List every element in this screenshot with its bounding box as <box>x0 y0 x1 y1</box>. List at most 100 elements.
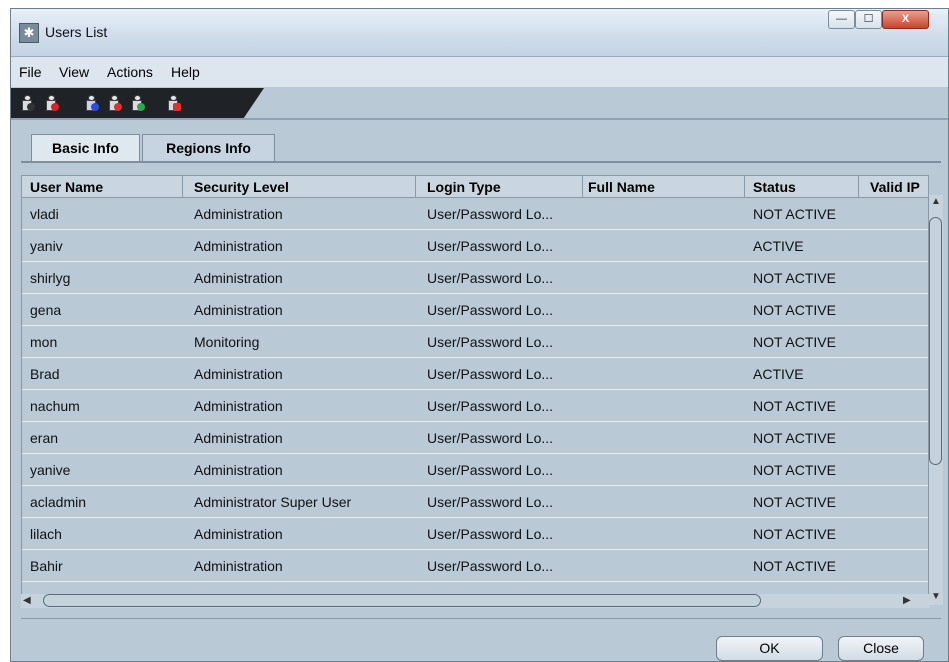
col-status[interactable]: Status <box>753 179 796 195</box>
minimize-button[interactable]: — <box>828 10 855 29</box>
cell-status: NOT ACTIVE <box>753 430 836 446</box>
lock-user-icon[interactable] <box>166 95 181 111</box>
cell-user-name: lilach <box>30 526 62 542</box>
cell-user-name: Bahir <box>30 558 63 574</box>
cell-security-level: Administration <box>194 238 283 254</box>
cell-login-type: User/Password Lo... <box>427 398 554 414</box>
title-bar[interactable]: ✱ Users List — ☐ X <box>11 9 948 57</box>
cell-security-level: Administration <box>194 462 283 478</box>
col-login-type[interactable]: Login Type <box>427 179 501 195</box>
table-row[interactable]: vladi Administration User/Password Lo... NO… <box>22 198 928 230</box>
users-list-window: ✱ Users List — ☐ X File View Actions Hel… <box>10 8 949 662</box>
cell-login-type: User/Password Lo... <box>427 494 554 510</box>
cell-user-name: vladi <box>30 206 59 222</box>
table-row[interactable]: acladmin Administrator Super User User/Pas… <box>22 486 928 518</box>
table-row[interactable]: gena Administration User/Password Lo... NOT… <box>22 294 928 326</box>
cell-user-name: eran <box>30 430 59 446</box>
column-separator[interactable] <box>858 176 859 197</box>
table-row[interactable]: nachum Administration User/Password Lo... N… <box>22 390 928 422</box>
column-separator[interactable] <box>582 176 583 197</box>
ok-button[interactable]: OK <box>716 636 823 661</box>
window-title: Users List <box>45 24 108 40</box>
cell-status: NOT ACTIVE <box>753 206 836 222</box>
cell-login-type: User/Password Lo... <box>427 430 554 446</box>
table-row[interactable]: Brad Administration User/Password Lo... ACT… <box>22 358 928 390</box>
col-valid-ip[interactable]: Valid IP <box>870 179 920 195</box>
table-row[interactable]: lilach Administration User/Password Lo... N… <box>22 518 928 550</box>
cell-security-level: Administration <box>194 206 283 222</box>
scroll-right-icon[interactable]: ▶ <box>903 595 911 606</box>
cell-status: NOT ACTIVE <box>753 526 836 542</box>
cell-user-name: nachum <box>30 398 80 414</box>
table-row[interactable]: yaniv Administration User/Password Lo... AC… <box>22 230 928 262</box>
maximize-button[interactable]: ☐ <box>855 10 882 29</box>
toolbar <box>11 88 264 118</box>
col-user-name[interactable]: User Name <box>30 179 103 195</box>
cell-user-name: yaniv <box>30 238 63 254</box>
table-row[interactable]: yanive Administration User/Password Lo... N… <box>22 454 928 486</box>
table-row[interactable]: mon Monitoring User/Password Lo... NOT ACTI… <box>22 326 928 358</box>
column-separator[interactable] <box>182 176 183 197</box>
cell-status: ACTIVE <box>753 238 804 254</box>
toolbar-divider <box>11 118 948 120</box>
add-user-icon[interactable] <box>20 95 35 111</box>
cell-user-name: mon <box>30 334 58 350</box>
cell-login-type: User/Password Lo... <box>427 334 554 350</box>
cell-status: NOT ACTIVE <box>753 270 836 286</box>
column-separator[interactable] <box>744 176 745 197</box>
tab-regions-info[interactable]: Regions Info <box>142 134 275 161</box>
cell-security-level: Administration <box>194 302 283 318</box>
dialog-button-bar: OK Close <box>21 618 941 661</box>
tab-divider <box>21 161 941 163</box>
cell-security-level: Administration <box>194 430 283 446</box>
column-separator[interactable] <box>415 176 416 197</box>
cell-login-type: User/Password Lo... <box>427 462 554 478</box>
cell-login-type: User/Password Lo... <box>427 238 554 254</box>
horizontal-scrollbar[interactable]: ◀ ▶ <box>21 594 929 608</box>
cell-status: ACTIVE <box>753 366 804 382</box>
cell-status: NOT ACTIVE <box>753 302 836 318</box>
col-full-name[interactable]: Full Name <box>588 179 655 195</box>
cell-status: NOT ACTIVE <box>753 462 836 478</box>
cell-status: NOT ACTIVE <box>753 494 836 510</box>
scroll-down-icon[interactable]: ▼ <box>931 591 941 602</box>
cell-user-name: gena <box>30 302 62 318</box>
menu-view[interactable]: View <box>59 64 89 80</box>
menu-bar: File View Actions Help <box>11 57 948 87</box>
app-gear-icon: ✱ <box>19 23 39 43</box>
copy-user-icon[interactable] <box>84 95 99 111</box>
menu-help[interactable]: Help <box>171 64 200 80</box>
cell-user-name: Brad <box>30 366 60 382</box>
cell-status: NOT ACTIVE <box>753 334 836 350</box>
cell-security-level: Monitoring <box>194 334 260 350</box>
cell-login-type: User/Password Lo... <box>427 302 554 318</box>
cell-login-type: User/Password Lo... <box>427 526 554 542</box>
cell-security-level: Administration <box>194 398 283 414</box>
table-row[interactable]: eran Administration User/Password Lo... NOT… <box>22 422 928 454</box>
menu-actions[interactable]: Actions <box>107 64 153 80</box>
refresh-user-icon[interactable] <box>130 95 145 111</box>
cell-login-type: User/Password Lo... <box>427 558 554 574</box>
cell-user-name: yanive <box>30 462 71 478</box>
disable-user-icon[interactable] <box>107 95 122 111</box>
table-header: User Name Security Level Login Type Full… <box>22 176 928 198</box>
cell-user-name: acladmin <box>30 494 87 510</box>
menu-file[interactable]: File <box>19 64 42 80</box>
delete-user-icon[interactable] <box>44 95 59 111</box>
horizontal-scroll-thumb[interactable] <box>43 594 761 607</box>
cell-status: NOT ACTIVE <box>753 398 836 414</box>
cell-login-type: User/Password Lo... <box>427 366 554 382</box>
table-row[interactable]: Bahir Administration User/Password Lo... NO… <box>22 550 928 582</box>
cell-status: NOT ACTIVE <box>753 558 836 574</box>
vertical-scroll-thumb[interactable] <box>929 217 942 465</box>
col-security-level[interactable]: Security Level <box>194 179 289 195</box>
close-window-button[interactable]: X <box>882 10 929 29</box>
scroll-up-icon[interactable]: ▲ <box>931 196 941 207</box>
table-row[interactable]: shirlyg Administration User/Password Lo...… <box>22 262 928 294</box>
cell-security-level: Administration <box>194 270 283 286</box>
vertical-scrollbar[interactable]: ▲ ▼ <box>929 195 943 605</box>
cell-login-type: User/Password Lo... <box>427 270 554 286</box>
close-button[interactable]: Close <box>838 636 924 661</box>
tab-basic-info[interactable]: Basic Info <box>31 134 140 161</box>
scroll-left-icon[interactable]: ◀ <box>23 595 31 606</box>
